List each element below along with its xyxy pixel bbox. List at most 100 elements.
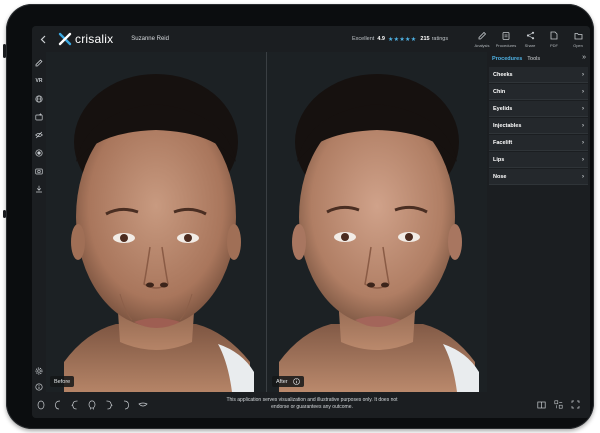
- chevron-right-icon: ›: [582, 173, 584, 180]
- split-view-icon: [537, 401, 546, 408]
- before-label: Before: [54, 378, 71, 385]
- analysis-label: Analysis: [474, 42, 490, 48]
- vr-icon: VR: [35, 78, 43, 84]
- tablet-frame: crisalix Suzanne Reid Excellent 4.9 ★★★★…: [3, 4, 594, 429]
- share-label: Share: [524, 42, 536, 48]
- after-label: After: [276, 378, 288, 385]
- face-down-icon: [137, 402, 148, 406]
- chevron-right-icon: ›: [582, 71, 584, 78]
- face-oblique-right-icon: [123, 400, 129, 409]
- procedure-label: Chin: [493, 88, 506, 95]
- face-right-profile-button[interactable]: [103, 399, 114, 410]
- top-toolbar: Analysis Procedures Share PDF Open: [470, 26, 590, 52]
- procedures-button[interactable]: Procedures: [494, 26, 518, 52]
- face-left-oblique-button[interactable]: [52, 399, 63, 410]
- settings-button[interactable]: [32, 364, 46, 378]
- chevron-right-icon: ›: [582, 156, 584, 163]
- left-toolbar: VR: [32, 52, 46, 392]
- tab-procedures[interactable]: Procedures: [492, 56, 522, 62]
- vr-button[interactable]: VR: [32, 74, 46, 88]
- pencil-ruler-icon: [478, 31, 486, 40]
- face-front-icon: [37, 400, 44, 409]
- pdf-button[interactable]: PDF: [542, 26, 566, 52]
- double-chevron-right-icon: »: [582, 54, 586, 61]
- before-face-image: [46, 52, 266, 392]
- download-icon: [36, 185, 42, 193]
- globe-button[interactable]: [32, 92, 46, 106]
- draw-tool-button[interactable]: [32, 56, 46, 70]
- pencil-icon: [35, 59, 43, 67]
- camera-dot: [3, 210, 6, 218]
- rating-stars: ★★★★★: [387, 36, 417, 43]
- procedure-item-eyelids[interactable]: Eyelids ›: [489, 101, 588, 117]
- hide-button[interactable]: [32, 128, 46, 142]
- procedure-label: Injectables: [493, 122, 522, 129]
- procedure-item-lips[interactable]: Lips ›: [489, 152, 588, 168]
- procedure-label: Facelift: [493, 139, 513, 146]
- procedure-label: Cheeks: [493, 71, 513, 78]
- procedure-label: Nose: [493, 173, 507, 180]
- comparison-viewer[interactable]: Before After: [46, 52, 487, 392]
- patient-name: Suzanne Reid: [131, 36, 169, 42]
- procedures-label: Procedures: [495, 42, 517, 48]
- settings-icon: [35, 367, 43, 375]
- procedure-item-chin[interactable]: Chin ›: [489, 84, 588, 100]
- camera-add-icon: [35, 113, 43, 121]
- head-back-icon: [88, 400, 95, 409]
- rating-count: 215: [420, 36, 430, 42]
- folder-icon: [574, 32, 582, 39]
- eye-off-icon: [35, 131, 43, 139]
- chevron-right-icon: ›: [582, 139, 584, 146]
- crisalix-logo-icon: [58, 32, 72, 46]
- procedure-item-injectables[interactable]: Injectables ›: [489, 118, 588, 134]
- tab-tools[interactable]: Tools: [527, 56, 540, 62]
- share-button[interactable]: Share: [518, 26, 542, 52]
- download-button[interactable]: [32, 182, 46, 196]
- rating-summary: Excellent 4.9 ★★★★★ 215 ratings: [352, 26, 448, 52]
- procedure-item-cheeks[interactable]: Cheeks ›: [489, 67, 588, 83]
- before-label-badge: Before: [50, 376, 75, 387]
- face-right-oblique-button[interactable]: [120, 399, 131, 410]
- procedure-label: Eyelids: [493, 105, 513, 112]
- chevron-right-icon: ›: [582, 122, 584, 129]
- top-bar: crisalix Suzanne Reid Excellent 4.9 ★★★★…: [32, 26, 590, 52]
- chevron-right-icon: ›: [582, 88, 584, 95]
- split-view-button[interactable]: [536, 399, 547, 410]
- info-icon: [35, 383, 43, 391]
- collapse-panel-button[interactable]: »: [582, 54, 586, 61]
- snapshot-button[interactable]: [32, 164, 46, 178]
- open-label: Open: [573, 42, 583, 48]
- face-left-profile-button[interactable]: [69, 399, 80, 410]
- face-front-view-button[interactable]: [35, 399, 46, 410]
- disclaimer-text: This application serves visualization an…: [226, 397, 398, 410]
- procedure-label: Lips: [493, 156, 505, 163]
- add-photo-button[interactable]: [32, 110, 46, 124]
- procedure-item-facelift[interactable]: Facelift ›: [489, 135, 588, 151]
- globe-icon: [35, 95, 43, 103]
- head-back-view-button[interactable]: [86, 399, 97, 410]
- after-label-badge[interactable]: After: [272, 376, 304, 387]
- volume-button: [3, 44, 6, 58]
- open-button[interactable]: Open: [566, 26, 590, 52]
- procedures-panel: Procedures Tools » Cheeks › Chin › Eyeli…: [487, 52, 590, 392]
- record-icon: [35, 149, 43, 157]
- back-button[interactable]: [34, 26, 52, 52]
- brand-logo: crisalix: [58, 32, 113, 46]
- share-icon: [526, 31, 534, 40]
- face-down-view-button[interactable]: [137, 399, 148, 410]
- procedure-item-nose[interactable]: Nose ›: [489, 169, 588, 185]
- layout-button[interactable]: [553, 399, 564, 410]
- info-circle-icon: [292, 378, 300, 385]
- layout-grid-icon: [554, 400, 563, 409]
- clipboard-icon: [502, 32, 510, 40]
- brand-name: crisalix: [75, 32, 114, 46]
- face-profile-icon: [70, 400, 78, 409]
- record-button[interactable]: [32, 146, 46, 160]
- rating-label: Excellent: [352, 36, 375, 42]
- fullscreen-button[interactable]: [570, 399, 581, 410]
- analysis-button[interactable]: Analysis: [470, 26, 494, 52]
- chevron-left-icon: [40, 35, 46, 43]
- app-screen: crisalix Suzanne Reid Excellent 4.9 ★★★★…: [32, 26, 590, 418]
- fullscreen-icon: [571, 400, 580, 409]
- rating-score: 4.9: [377, 36, 385, 42]
